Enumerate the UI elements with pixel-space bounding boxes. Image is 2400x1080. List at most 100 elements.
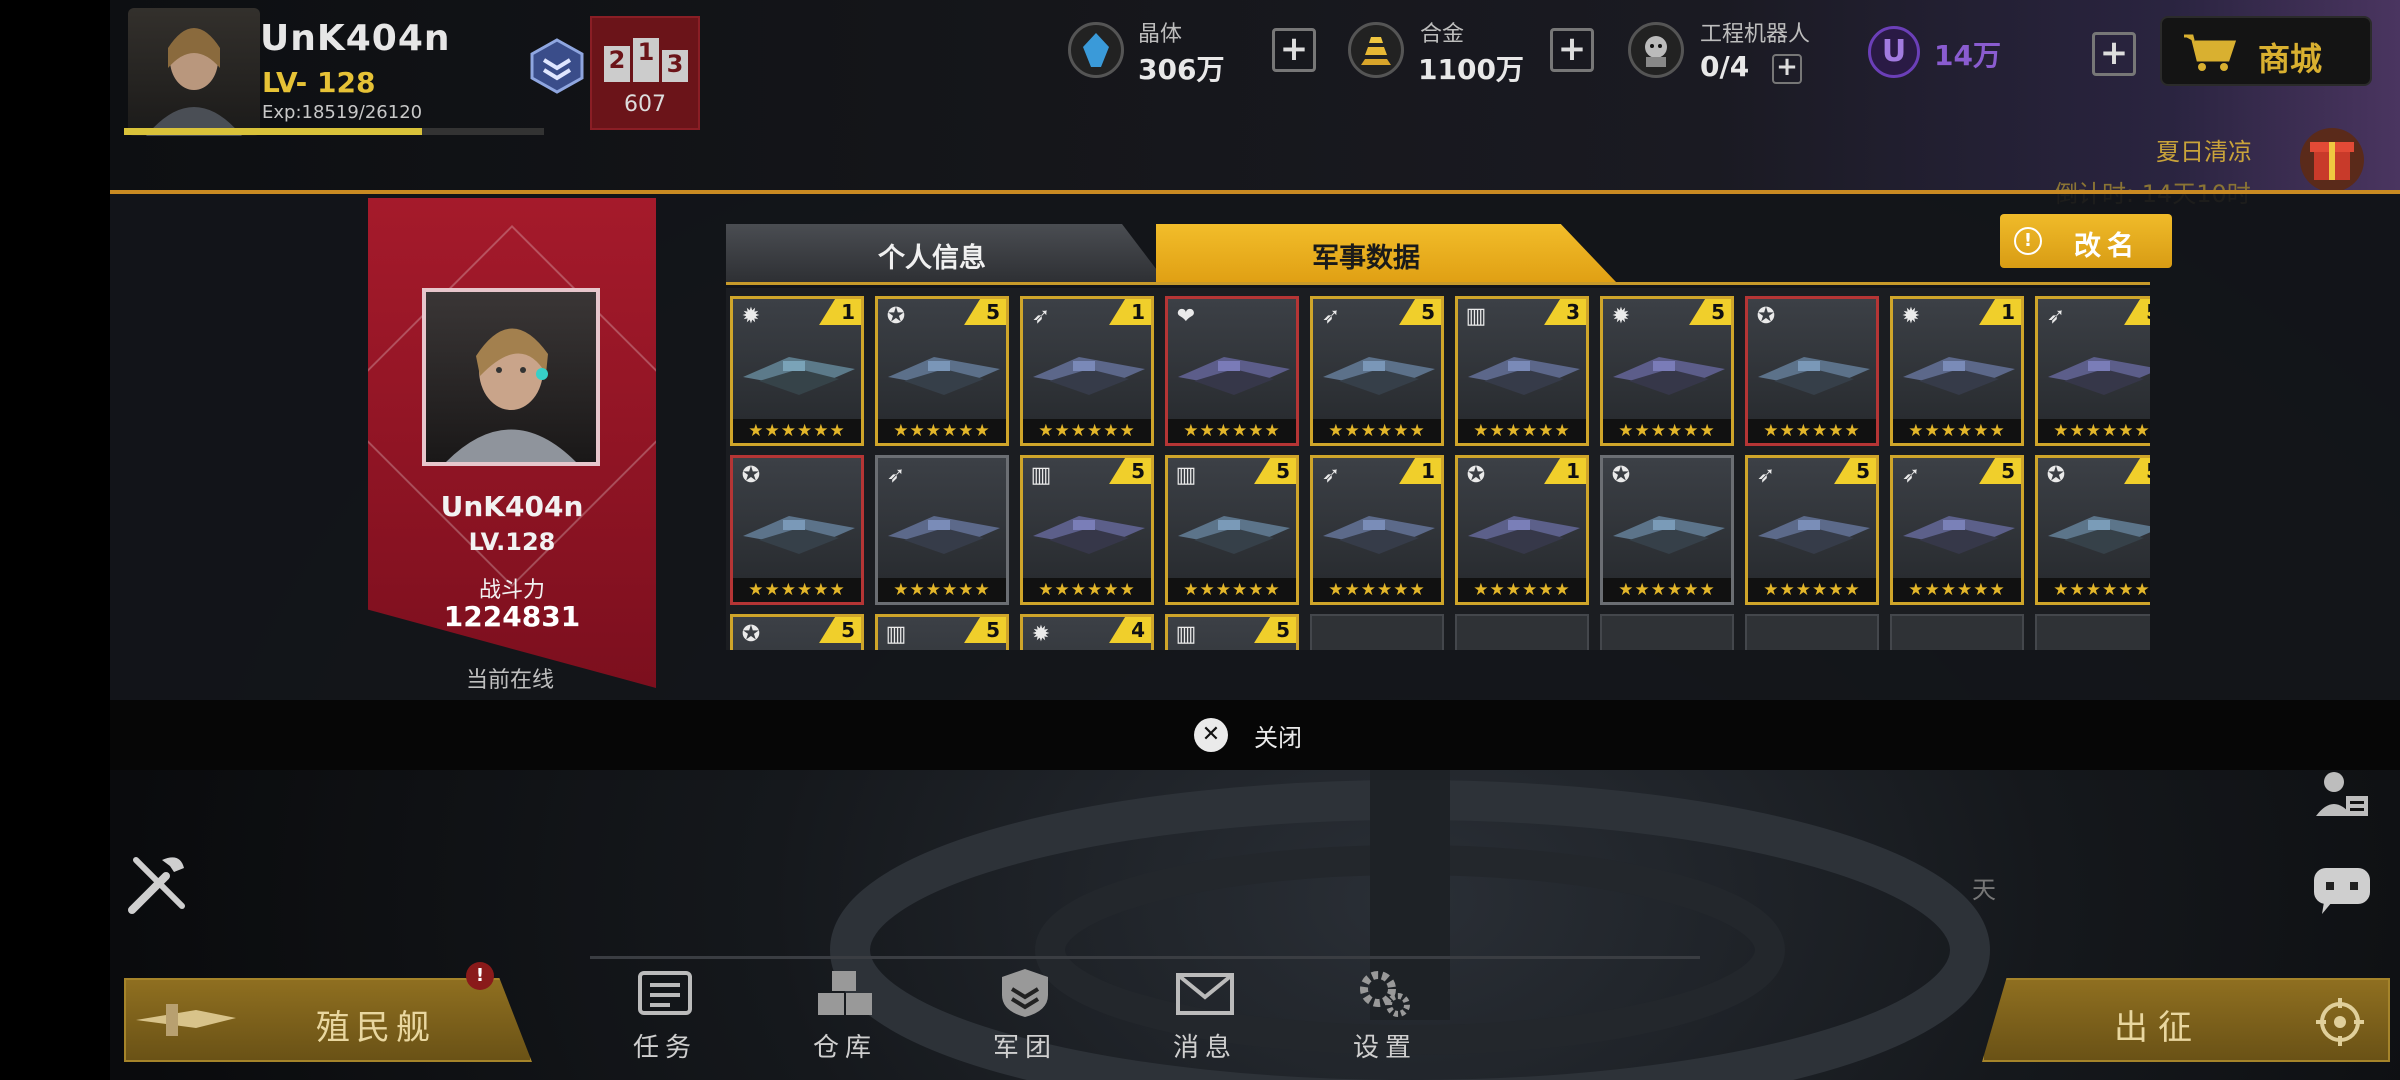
ship-card[interactable]: ✪ 5	[730, 614, 864, 650]
upgrade-rank-badge: 5	[819, 617, 861, 643]
ship-stars: ★★★★★★	[878, 419, 1006, 443]
tab-military-data[interactable]: 军事数据	[1156, 224, 1616, 282]
profile-name: UnK404n	[440, 490, 584, 523]
ship-card[interactable]: ❤ ★★★★★★	[1165, 296, 1299, 446]
dock-warehouse-button[interactable]: 仓库	[770, 967, 920, 1063]
ship-stars: ★★★★★★	[1023, 419, 1151, 443]
ship-card[interactable]: ➶ 1 ★★★★★★	[1020, 296, 1154, 446]
gift-icon[interactable]	[2292, 120, 2372, 194]
add-u-currency-button[interactable]: +	[2092, 32, 2136, 76]
ship-card[interactable]: ➶ 1 ★★★★★★	[1310, 455, 1444, 605]
ship-grid-panel[interactable]: ✹ 1 ★★★★★★ ✪ 5 ★★★★★★ ➶ 1 ★★★★★★ ❤ ★★★★★★ ➶ 5 ★★★★★★ ▥…	[726, 288, 2150, 650]
ship-image	[1613, 357, 1725, 395]
empty-ship-slot	[1890, 614, 2024, 650]
chat-icon[interactable]	[2310, 862, 2374, 916]
ship-stars: ★★★★★★	[733, 419, 861, 443]
close-label[interactable]: 关闭	[1254, 718, 1302, 753]
add-crystal-button[interactable]: +	[1272, 28, 1316, 72]
ship-class-icon: ▥	[1030, 463, 1052, 488]
crystal-icon	[1068, 22, 1124, 78]
upgrade-rank-badge: 1	[1399, 458, 1441, 484]
upgrade-rank-badge: 5	[2124, 458, 2150, 484]
chat-preview[interactable]: 天	[1972, 870, 1996, 905]
shop-label: 商城	[2258, 40, 2323, 78]
ship-class-icon: ➶	[1321, 304, 1341, 329]
ship-card[interactable]: ✪ ★★★★★★	[1745, 296, 1879, 446]
ship-stars: ★★★★★★	[1168, 419, 1296, 443]
deploy-label: 出征	[2114, 1008, 2202, 1048]
ship-class-icon: ✪	[2046, 463, 2066, 488]
user-list-icon[interactable]	[2314, 768, 2370, 820]
tab-personal-info[interactable]: 个人信息	[726, 224, 1166, 282]
ship-card[interactable]: ✪ ★★★★★★	[1600, 455, 1734, 605]
add-alloy-button[interactable]: +	[1550, 28, 1594, 72]
game-screen: UnK404n LV- 128 Exp:18519/26120 2 1 3 60…	[110, 0, 2400, 1080]
exp-bar-fill	[124, 128, 422, 135]
dock-settings-button[interactable]: 设置	[1310, 967, 1460, 1063]
ship-card[interactable]: ✹ 1 ★★★★★★	[1890, 296, 2024, 446]
rename-button[interactable]: ! 改名	[2000, 214, 2172, 268]
ship-stars: ★★★★★★	[1603, 578, 1731, 602]
ship-class-icon: ➶	[1321, 463, 1341, 488]
crystal-value: 306万	[1138, 53, 1225, 86]
close-bar[interactable]: ✕ 关闭	[110, 700, 2400, 770]
ship-card[interactable]: ✹ 1 ★★★★★★	[730, 296, 864, 446]
tab-underline	[726, 282, 2150, 285]
podium-first: 1	[633, 38, 659, 82]
ship-card[interactable]: ✹ 5 ★★★★★★	[1600, 296, 1734, 446]
ship-stars: ★★★★★★	[1893, 578, 2021, 602]
ship-card[interactable]: ▥ 5	[875, 614, 1009, 650]
close-icon[interactable]: ✕	[1194, 718, 1228, 752]
ship-image	[1323, 516, 1435, 554]
ship-card[interactable]: ▥ 5 ★★★★★★	[1020, 455, 1154, 605]
tools-icon[interactable]	[122, 846, 196, 920]
player-avatar[interactable]	[128, 8, 260, 136]
ship-class-icon: ✹	[741, 304, 761, 329]
tab-label: 个人信息	[878, 243, 986, 274]
ranking-button[interactable]: 2 1 3 607	[590, 16, 700, 130]
ship-card[interactable]: ▥ 3 ★★★★★★	[1455, 296, 1589, 446]
ship-card[interactable]: ➶ 5 ★★★★★★	[1890, 455, 2024, 605]
ship-card[interactable]: ✪ 5 ★★★★★★	[2035, 455, 2150, 605]
dock-messages-button[interactable]: 消息	[1130, 967, 1280, 1063]
u-currency-icon: U	[1868, 26, 1920, 78]
rank-emblem-icon[interactable]	[528, 36, 586, 94]
ship-card[interactable]: ✪ 5 ★★★★★★	[875, 296, 1009, 446]
combat-power-value: 1224831	[443, 600, 581, 633]
empty-ship-slot	[1745, 614, 1879, 650]
ship-card[interactable]: ➶ ★★★★★★	[875, 455, 1009, 605]
upgrade-rank-badge: 5	[1834, 458, 1876, 484]
ship-card[interactable]: ▥ 5	[1165, 614, 1299, 650]
ship-card[interactable]: ✪ 1 ★★★★★★	[1455, 455, 1589, 605]
rename-label: 改名	[2074, 231, 2140, 262]
event-title[interactable]: 夏日清凉	[2156, 132, 2252, 167]
legion-shield-icon	[1002, 969, 1048, 1017]
ship-image	[1758, 357, 1870, 395]
ship-card[interactable]: ✪ ★★★★★★	[730, 455, 864, 605]
empty-ship-slot	[2035, 614, 2150, 650]
robot-label: 工程机器人	[1700, 22, 1811, 47]
alloy-value: 1100万	[1418, 53, 1524, 86]
ship-card[interactable]: ➶ 5 ★★★★★★	[1745, 455, 1879, 605]
exp-bar	[124, 128, 544, 135]
upgrade-rank-badge: 4	[1109, 617, 1151, 643]
ship-card[interactable]: ➶ 5 ★★★★★★	[2035, 296, 2150, 446]
dock-tasks-button[interactable]: 任务	[590, 967, 740, 1063]
ship-image	[1758, 516, 1870, 554]
upgrade-rank-badge: 5	[964, 617, 1006, 643]
colony-ship-button[interactable]: 殖民舰	[124, 978, 532, 1062]
shop-button[interactable]: 商城	[2160, 16, 2372, 86]
ship-card[interactable]: ➶ 5 ★★★★★★	[1310, 296, 1444, 446]
upgrade-rank-badge: 5	[1254, 617, 1296, 643]
ship-image	[2048, 516, 2150, 554]
ship-card[interactable]: ✹ 4	[1020, 614, 1154, 650]
ship-card[interactable]: ▥ 5 ★★★★★★	[1165, 455, 1299, 605]
add-robot-button[interactable]: +	[1772, 54, 1802, 84]
upgrade-rank-badge: 5	[1399, 299, 1441, 325]
deploy-button[interactable]: 出征	[1982, 978, 2390, 1062]
ship-class-icon: ▥	[1465, 304, 1487, 329]
cart-icon	[2184, 34, 2237, 71]
ship-stars: ★★★★★★	[733, 578, 861, 602]
dock-legion-button[interactable]: 军团	[950, 967, 1100, 1063]
upgrade-rank-badge: 3	[1544, 299, 1586, 325]
